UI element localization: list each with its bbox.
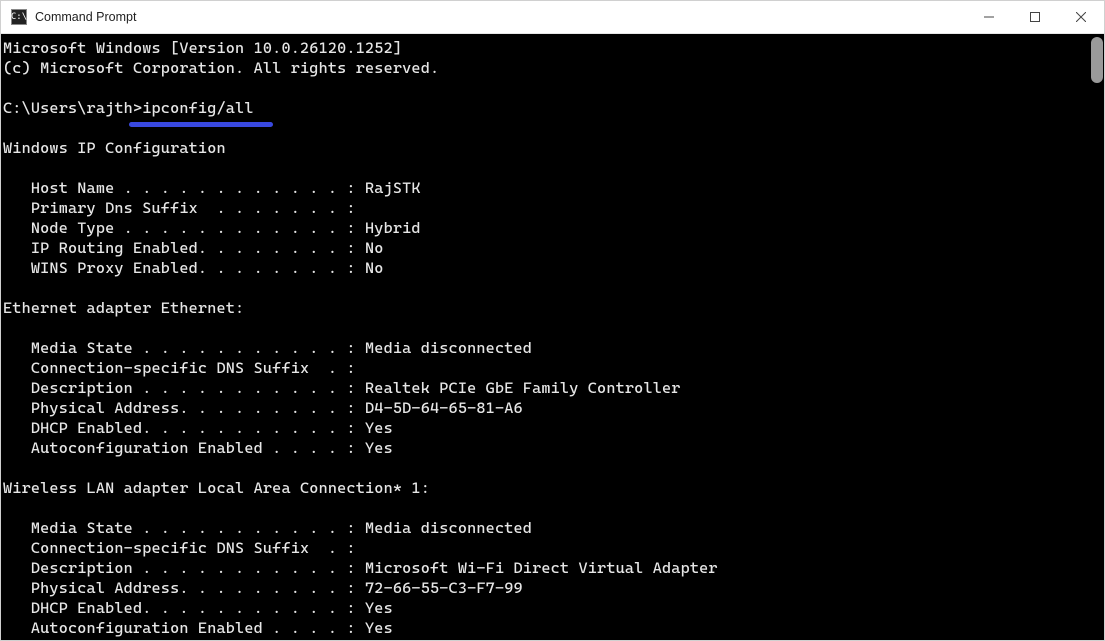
window-controls bbox=[966, 1, 1104, 33]
minimize-button[interactable] bbox=[966, 1, 1012, 33]
prop-wins-proxy: WINS Proxy Enabled. . . . . . . . : No bbox=[3, 259, 384, 277]
command-prompt-icon: C:\ bbox=[11, 9, 27, 25]
prop-primary-dns: Primary Dns Suffix . . . . . . . : bbox=[3, 199, 356, 217]
wlan-phys-addr: Physical Address. . . . . . . . . : 72-6… bbox=[3, 579, 523, 597]
eth-dhcp: DHCP Enabled. . . . . . . . . . . : Yes bbox=[3, 419, 393, 437]
titlebar[interactable]: C:\ Command Prompt bbox=[1, 1, 1104, 34]
section-wlan-header: Wireless LAN adapter Local Area Connecti… bbox=[3, 479, 430, 497]
maximize-button[interactable] bbox=[1012, 1, 1058, 33]
typed-command: ipconfig/all bbox=[142, 99, 253, 117]
eth-autoconf: Autoconfiguration Enabled . . . . : Yes bbox=[3, 439, 393, 457]
header-line-1: Microsoft Windows [Version 10.0.26120.12… bbox=[3, 39, 402, 57]
eth-phys-addr: Physical Address. . . . . . . . . : D4-5… bbox=[3, 399, 523, 417]
prop-node-type: Node Type . . . . . . . . . . . . : Hybr… bbox=[3, 219, 421, 237]
window-title: Command Prompt bbox=[35, 10, 136, 24]
terminal-area[interactable]: Microsoft Windows [Version 10.0.26120.12… bbox=[1, 34, 1104, 640]
scrollbar-track bbox=[1089, 37, 1103, 638]
wlan-description: Description . . . . . . . . . . . : Micr… bbox=[3, 559, 718, 577]
wlan-media-state: Media State . . . . . . . . . . . : Medi… bbox=[3, 519, 532, 537]
prompt: C:\Users\rajth> bbox=[3, 99, 142, 117]
scrollbar[interactable] bbox=[1089, 37, 1103, 638]
wlan-dhcp: DHCP Enabled. . . . . . . . . . . : Yes bbox=[3, 599, 393, 617]
prop-ip-routing: IP Routing Enabled. . . . . . . . : No bbox=[3, 239, 384, 257]
close-button[interactable] bbox=[1058, 1, 1104, 33]
eth-conn-dns: Connection-specific DNS Suffix . : bbox=[3, 359, 356, 377]
eth-media-state: Media State . . . . . . . . . . . : Medi… bbox=[3, 339, 532, 357]
command-highlight-underline bbox=[129, 122, 273, 127]
wlan-conn-dns: Connection-specific DNS Suffix . : bbox=[3, 539, 356, 557]
wlan-autoconf: Autoconfiguration Enabled . . . . : Yes bbox=[3, 619, 393, 637]
minimize-icon bbox=[984, 12, 994, 22]
scrollbar-thumb[interactable] bbox=[1091, 37, 1103, 83]
window: C:\ Command Prompt Microsoft Window bbox=[0, 0, 1105, 641]
close-icon bbox=[1076, 12, 1086, 22]
section-main-header: Windows IP Configuration bbox=[3, 139, 226, 157]
section-eth-header: Ethernet adapter Ethernet: bbox=[3, 299, 244, 317]
prop-host-name: Host Name . . . . . . . . . . . . : RajS… bbox=[3, 179, 421, 197]
eth-description: Description . . . . . . . . . . . : Real… bbox=[3, 379, 681, 397]
header-line-2: (c) Microsoft Corporation. All rights re… bbox=[3, 59, 439, 77]
maximize-icon bbox=[1030, 12, 1040, 22]
